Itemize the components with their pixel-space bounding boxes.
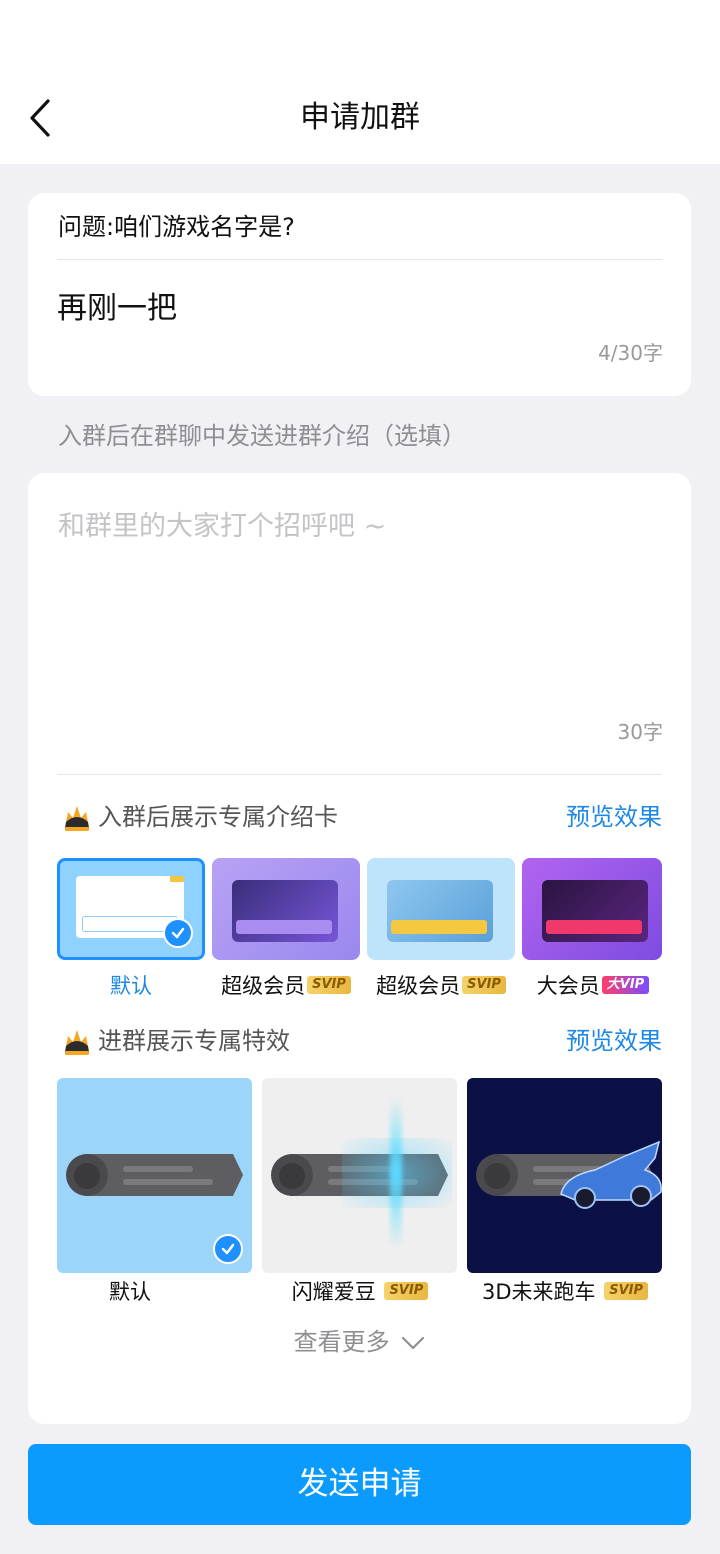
intro-card-option-vip[interactable] <box>522 858 662 960</box>
answer-card: 问题:咱们游戏名字是? 再刚一把 4/30字 <box>28 193 691 396</box>
intro-card-label: 超级会员 SVIP <box>361 971 521 1001</box>
intro-label: 入群后在群聊中发送进群介绍（选填） <box>58 422 466 450</box>
nav-bar: 申请加群 <box>0 70 720 164</box>
crown-icon <box>65 1030 89 1055</box>
svip-badge: SVIP <box>307 976 351 994</box>
intro-card-option-svip-1[interactable] <box>212 858 360 960</box>
chevron-down-icon <box>402 1336 425 1350</box>
preview-effect-link[interactable]: 预览效果 <box>566 1024 662 1058</box>
svip-badge: SVIP <box>384 1282 429 1300</box>
intro-card-section-header: 入群后展示专属介绍卡 预览效果 <box>60 798 662 838</box>
divider <box>57 774 662 775</box>
effect-label: 闪耀爱豆 SVIP <box>260 1277 460 1307</box>
effect-option-car[interactable] <box>467 1078 662 1273</box>
effect-section-header: 进群展示专属特效 预览效果 <box>60 1022 662 1062</box>
answer-char-count: 4/30字 <box>598 341 663 365</box>
intro-textarea[interactable]: 和群里的大家打个招呼吧 ~ <box>58 509 386 545</box>
divider <box>57 259 662 260</box>
preview-effect-link[interactable]: 预览效果 <box>566 800 662 834</box>
section-title: 进群展示专属特效 <box>98 1027 290 1055</box>
answer-input[interactable]: 再刚一把 <box>57 289 617 329</box>
vip-badge: 大VIP <box>601 976 650 994</box>
card-preview <box>387 880 493 942</box>
effect-label: 默认 <box>109 1280 151 1304</box>
effect-option-idol[interactable] <box>262 1078 457 1273</box>
section-title: 入群后展示专属介绍卡 <box>98 803 338 831</box>
svip-badge: SVIP <box>462 976 506 994</box>
intro-card-label: 超级会员 SVIP <box>206 971 366 1001</box>
intro-card-option-default[interactable] <box>57 858 205 960</box>
crown-icon <box>65 806 89 831</box>
svip-badge: SVIP <box>604 1282 648 1300</box>
intro-char-count: 30字 <box>617 720 663 744</box>
intro-card-label: 大会员 大VIP <box>513 971 673 1001</box>
effect-option-default[interactable] <box>57 1078 252 1273</box>
card-preview <box>542 880 648 942</box>
send-request-button[interactable]: 发送申请 <box>28 1444 691 1525</box>
card-preview <box>232 880 338 942</box>
see-more-link[interactable]: 查看更多 <box>28 1325 691 1359</box>
intro-card-label: 默认 <box>110 974 152 998</box>
effect-preview <box>66 1154 243 1196</box>
status-bar <box>0 0 720 70</box>
car-icon <box>560 1140 662 1209</box>
effect-label: 3D未来跑车 SVIP <box>465 1277 665 1307</box>
intro-card-option-svip-2[interactable] <box>367 858 515 960</box>
see-more-label: 查看更多 <box>293 1328 390 1356</box>
sparkle-glow <box>342 1138 452 1208</box>
selected-check-icon <box>213 1234 243 1264</box>
selected-check-icon <box>163 918 193 948</box>
question-text: 问题:咱们游戏名字是? <box>58 213 295 241</box>
page-title: 申请加群 <box>300 100 420 135</box>
intro-card: 和群里的大家打个招呼吧 ~ 30字 入群后展示专属介绍卡 预览效果 默认 超级会… <box>28 473 691 1424</box>
